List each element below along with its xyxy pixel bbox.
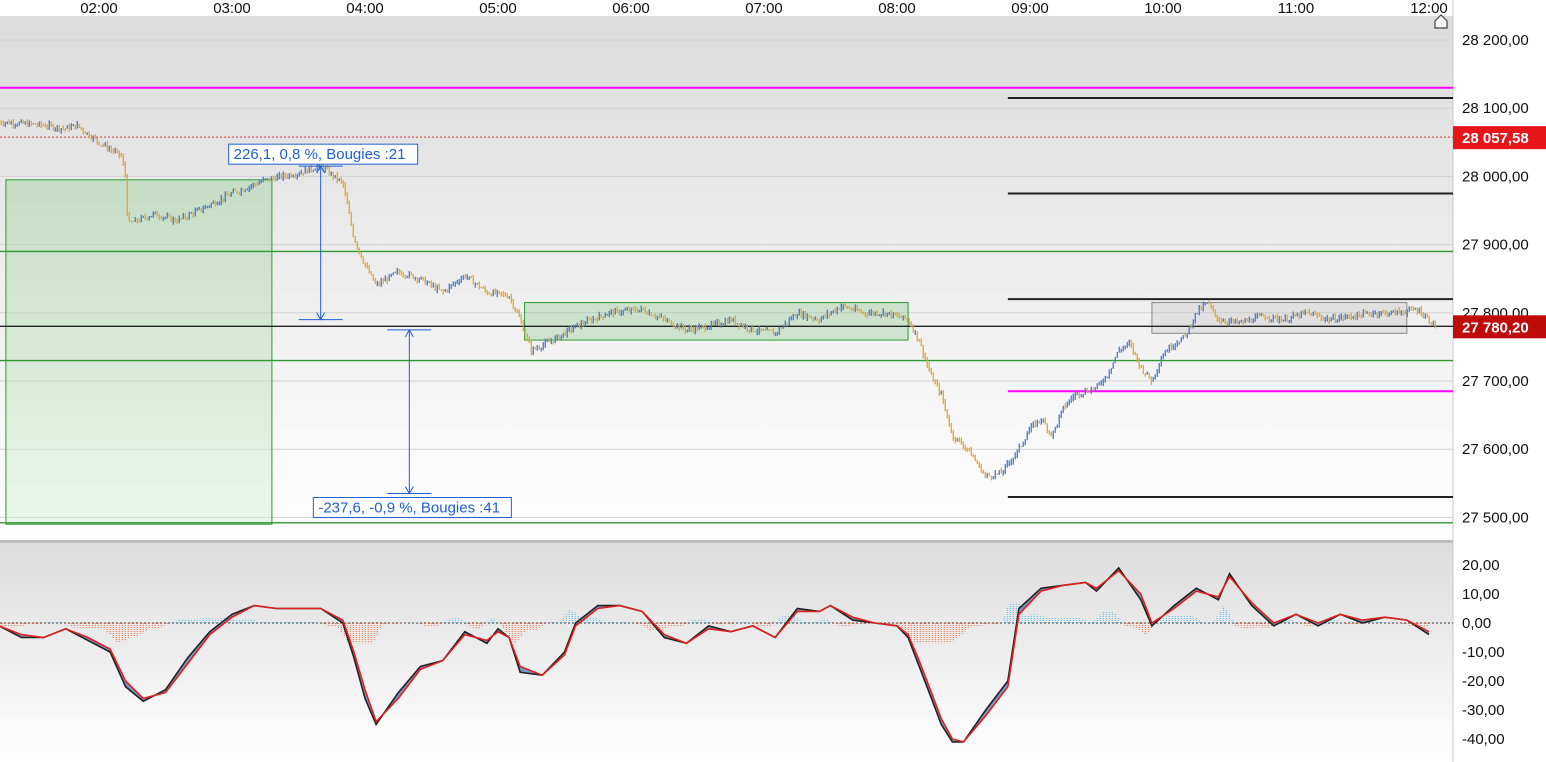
price-tick-label: 27 500,00 (1462, 509, 1529, 526)
time-tick-label: 05:00 (479, 0, 517, 17)
price-tick-label: 28 000,00 (1462, 168, 1529, 185)
measure-label: 226,1, 0,8 %, Bougies :21 (234, 146, 406, 163)
indicator-tick-label: 0,00 (1462, 615, 1491, 632)
time-tick-label: 11:00 (1278, 0, 1314, 17)
price-tick-label: 28 100,00 (1462, 100, 1529, 117)
indicator-tick-label: -10,00 (1462, 644, 1505, 661)
indicator-tick-label: -40,00 (1462, 731, 1505, 748)
measure-label: -237,6, -0,9 %, Bougies :41 (318, 500, 500, 517)
indicator-tick-label: 10,00 (1462, 586, 1500, 603)
time-tick-label: 04:00 (346, 0, 384, 17)
price-tick-label: 28 200,00 (1462, 32, 1529, 49)
indicator-tick-label: -20,00 (1462, 673, 1505, 690)
indicator-tick-label: -30,00 (1462, 702, 1505, 719)
time-tick-label: 09:00 (1011, 0, 1049, 17)
price-tick-label: 27 900,00 (1462, 237, 1529, 254)
time-tick-label: 07:00 (745, 0, 783, 17)
time-tick-label: 08:00 (878, 0, 916, 17)
time-tick-label: 12:00 (1410, 0, 1448, 17)
trading-chart: 226,1, 0,8 %, Bougies :21 -237,6, -0,9 %,… (0, 0, 1546, 762)
range-box[interactable] (5, 179, 273, 525)
price-badge-label: 28 057,58 (1462, 130, 1529, 147)
time-tick-label: 02:00 (80, 0, 118, 17)
price-badge-label: 27 780,20 (1462, 319, 1529, 336)
time-tick-label: 06:00 (612, 0, 650, 17)
time-tick-label: 10:00 (1144, 0, 1182, 17)
time-tick-label: 03:00 (213, 0, 251, 17)
price-tick-label: 27 700,00 (1462, 373, 1529, 390)
indicator-pane-background (0, 543, 1453, 762)
range-box[interactable] (524, 302, 909, 341)
indicator-tick-label: 20,00 (1462, 557, 1500, 574)
price-tick-label: 27 600,00 (1462, 441, 1529, 458)
pane-divider[interactable] (0, 540, 1453, 543)
